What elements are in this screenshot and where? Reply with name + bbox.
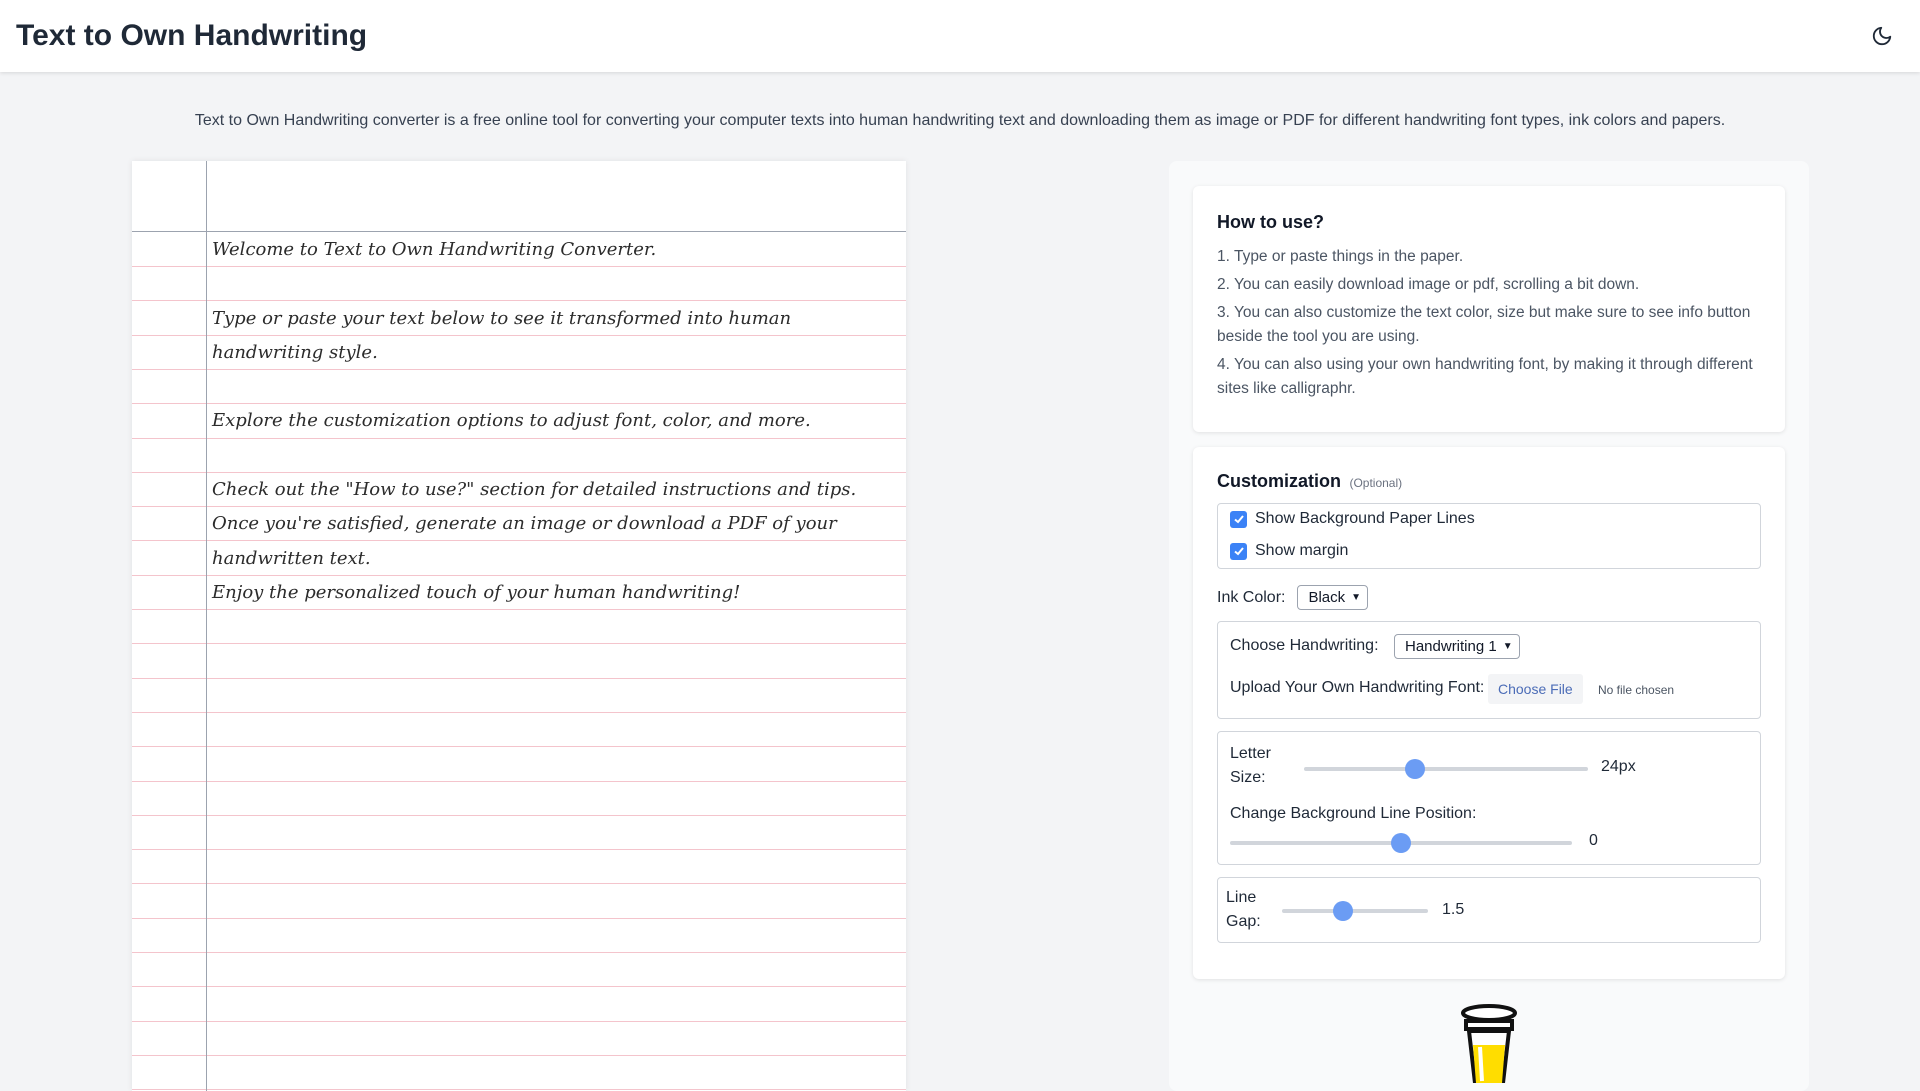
letter-size-slider[interactable] — [1304, 759, 1588, 779]
theme-toggle-button[interactable] — [1862, 16, 1902, 56]
buy-me-a-coffee-icon[interactable] — [1458, 1003, 1520, 1088]
show-lines-checkbox[interactable] — [1230, 510, 1247, 528]
paper-rule-line — [132, 643, 906, 644]
handwriting-select[interactable]: Handwriting 1 ▼ — [1394, 634, 1520, 659]
show-margin-row: Show margin — [1230, 542, 1348, 560]
app-title: Text to Own Handwriting — [16, 19, 368, 52]
paper-rule-line — [132, 849, 906, 850]
how-to-card: How to use? 1. Type or paste things in t… — [1193, 186, 1785, 432]
optional-label: (Optional) — [1349, 476, 1403, 490]
ink-color-select[interactable]: Black ▼ — [1297, 585, 1369, 610]
paper-rule-line — [132, 746, 906, 747]
paper-text-area[interactable]: Welcome to Text to Own Handwriting Conve… — [212, 233, 898, 610]
ink-color-label: Ink Color: — [1217, 588, 1286, 606]
paper-rule-line — [132, 678, 906, 679]
line-gap-box: Line Gap: 1.5 — [1217, 877, 1761, 943]
how-to-step: 4. You can also using your own handwriti… — [1217, 356, 1753, 397]
paper-header-line — [132, 231, 906, 232]
coffee-cup-icon — [1461, 1004, 1517, 1085]
line-position-label: Change Background Line Position: — [1230, 805, 1477, 822]
letter-size-value: 24px — [1601, 758, 1636, 775]
paper-rule-line — [132, 781, 906, 782]
chevron-down-icon: ▼ — [1351, 592, 1362, 603]
line-gap-value: 1.5 — [1442, 901, 1465, 918]
check-icon — [1233, 547, 1244, 556]
line-position-thumb[interactable] — [1391, 833, 1411, 853]
paper-rule-line — [132, 712, 906, 713]
paper-rule-line — [132, 952, 906, 953]
paper-margin-line — [206, 161, 207, 1091]
customization-heading: Customization (Optional) — [1217, 471, 1761, 492]
file-status: No file chosen — [1598, 683, 1675, 697]
how-to-title: How to use? — [1217, 212, 1324, 232]
paper-rule-line — [132, 815, 906, 816]
line-gap-thumb[interactable] — [1333, 901, 1354, 921]
line-gap-label: Line Gap: — [1226, 889, 1261, 930]
paper-rule-line — [132, 1055, 906, 1056]
letter-size-thumb[interactable] — [1404, 759, 1425, 779]
paper-rule-line — [132, 883, 906, 884]
chevron-down-icon: ▼ — [1502, 641, 1513, 652]
line-position-value: 0 — [1589, 832, 1598, 849]
paper-rule-line — [132, 1021, 906, 1022]
ink-color-value: Black — [1308, 589, 1346, 606]
handwriting-value: Handwriting 1 — [1405, 638, 1497, 655]
handwriting-paper: Welcome to Text to Own Handwriting Conve… — [132, 161, 906, 1091]
paper-rule-line — [132, 1089, 906, 1090]
show-lines-label: Show Background Paper Lines — [1255, 510, 1475, 527]
handwriting-label: Choose Handwriting: — [1230, 637, 1379, 654]
intro-text: Text to Own Handwriting converter is a f… — [194, 112, 1726, 129]
how-to-step: 2. You can easily download image or pdf,… — [1217, 276, 1640, 293]
how-to-step: 1. Type or paste things in the paper. — [1217, 248, 1464, 265]
ink-color-row: Ink Color: Black ▼ — [1217, 585, 1369, 610]
side-panel: How to use? 1. Type or paste things in t… — [1169, 161, 1809, 1091]
show-lines-row: Show Background Paper Lines — [1230, 510, 1475, 528]
how-to-steps: 1. Type or paste things in the paper. 2.… — [1217, 245, 1761, 401]
letter-size-label: Letter Size: — [1230, 745, 1271, 786]
customization-card: Customization (Optional) Show Background… — [1193, 447, 1785, 979]
handwriting-box: Choose Handwriting: Handwriting 1 ▼ Uplo… — [1217, 621, 1761, 719]
show-margin-checkbox[interactable] — [1230, 542, 1247, 560]
paper-rule-line — [132, 986, 906, 987]
upload-font-label: Upload Your Own Handwriting Font: — [1230, 679, 1485, 696]
paper-rule-line — [132, 918, 906, 919]
show-margin-label: Show margin — [1255, 542, 1349, 559]
choose-file-button[interactable]: Choose File — [1488, 674, 1583, 704]
customization-title: Customization — [1217, 471, 1341, 491]
line-gap-slider[interactable] — [1282, 901, 1428, 921]
top-bar: Text to Own Handwriting — [0, 0, 1920, 72]
check-icon — [1233, 515, 1244, 524]
paper-options-box: Show Background Paper Lines Show margin — [1217, 503, 1761, 569]
how-to-step: 3. You can also customize the text color… — [1217, 304, 1751, 345]
moon-icon — [1872, 26, 1892, 46]
line-position-slider[interactable] — [1230, 833, 1572, 853]
size-position-box: Letter Size: 24px Change Background Line… — [1217, 731, 1761, 865]
